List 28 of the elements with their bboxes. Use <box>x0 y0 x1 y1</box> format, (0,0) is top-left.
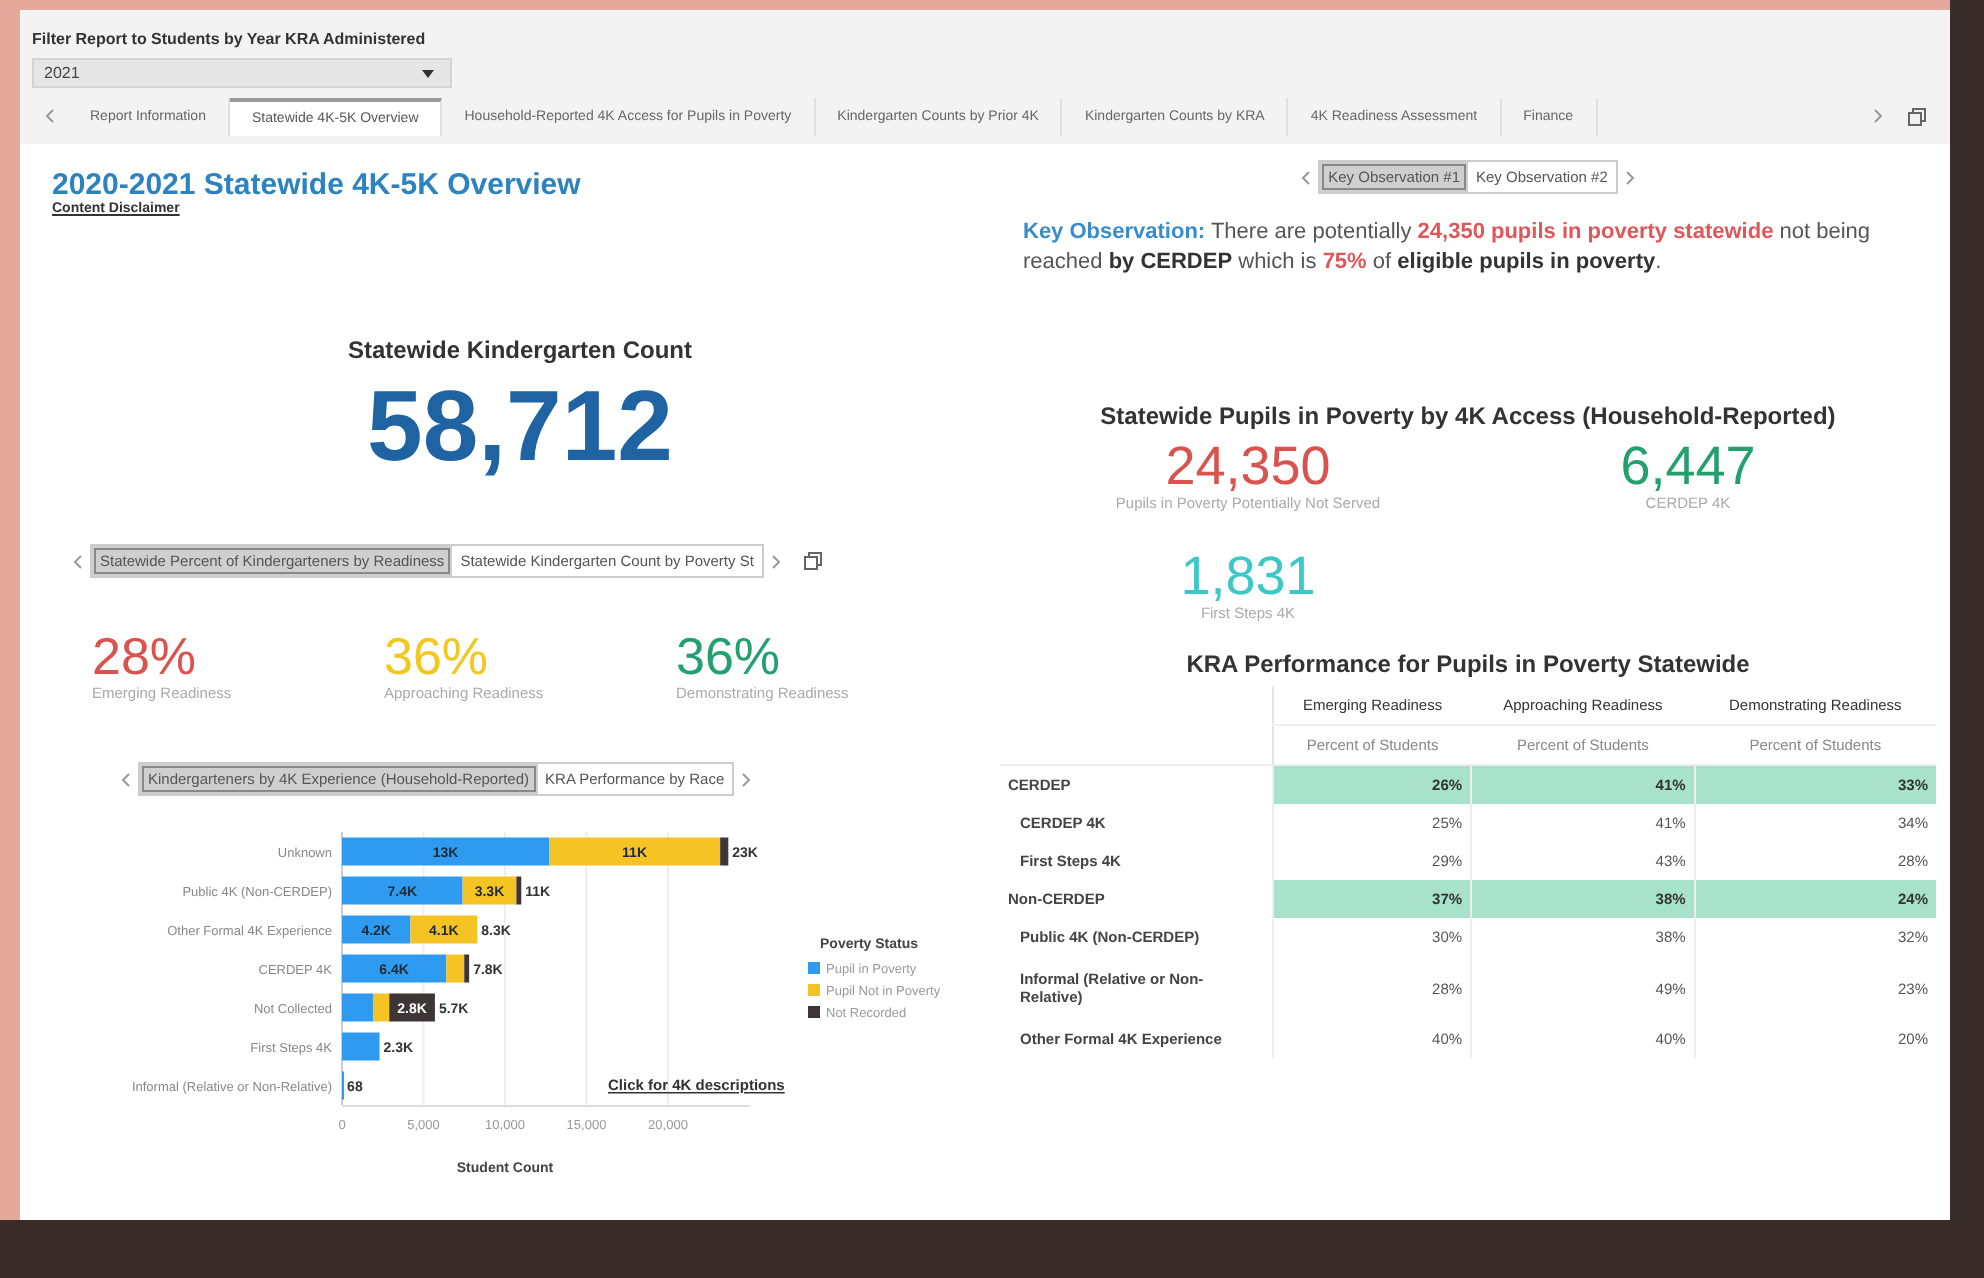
bar-segment <box>342 1033 380 1062</box>
chevron-right-icon[interactable] <box>1872 108 1884 124</box>
chevron-left-icon[interactable] <box>1300 169 1313 185</box>
caret-icon <box>422 69 434 77</box>
copy-icon[interactable] <box>1908 107 1926 125</box>
stat-value: 36% <box>676 630 781 685</box>
stat-value: 24,350 <box>1165 437 1331 495</box>
filter-label: Filter Report to Students by Year KRA Administered <box>32 30 428 48</box>
table-title: KRA Performance for Pupils in Poverty Statewide <box>1186 650 1750 679</box>
section-title: Statewide Pupils in Poverty by 4K Access (Household-Reported) <box>1100 401 1836 430</box>
key-observation-text: Key Observation: There are potentially 24,350 pupils in poverty statewide not being reached by CERDEP which is 75% of eligible pupils in poverty. <box>1023 218 1873 278</box>
stat-value: 6,447 <box>1620 437 1756 495</box>
chevron-left-icon[interactable] <box>72 553 84 569</box>
bar-segment <box>342 916 411 945</box>
year-dropdown[interactable]: 2021 <box>32 58 452 88</box>
chevron-right-icon[interactable] <box>1623 169 1636 185</box>
chevron-right-icon[interactable] <box>769 553 782 569</box>
kindergarten-count: 58,712 <box>367 376 673 476</box>
chevron-right-icon[interactable] <box>740 771 753 788</box>
section-title: Statewide Kindergarten Count <box>347 336 692 364</box>
stat-value: 36% <box>384 630 489 685</box>
chevron-left-icon[interactable] <box>120 771 132 788</box>
stat-value: 28% <box>92 630 197 685</box>
page-title: 2020-2021 Statewide 4K-5K Overview <box>52 168 581 202</box>
stat-value: 1,831 <box>1180 548 1316 605</box>
bar-segment <box>410 916 478 945</box>
copy-icon[interactable] <box>803 552 822 570</box>
chevron-left-icon[interactable] <box>44 108 56 124</box>
